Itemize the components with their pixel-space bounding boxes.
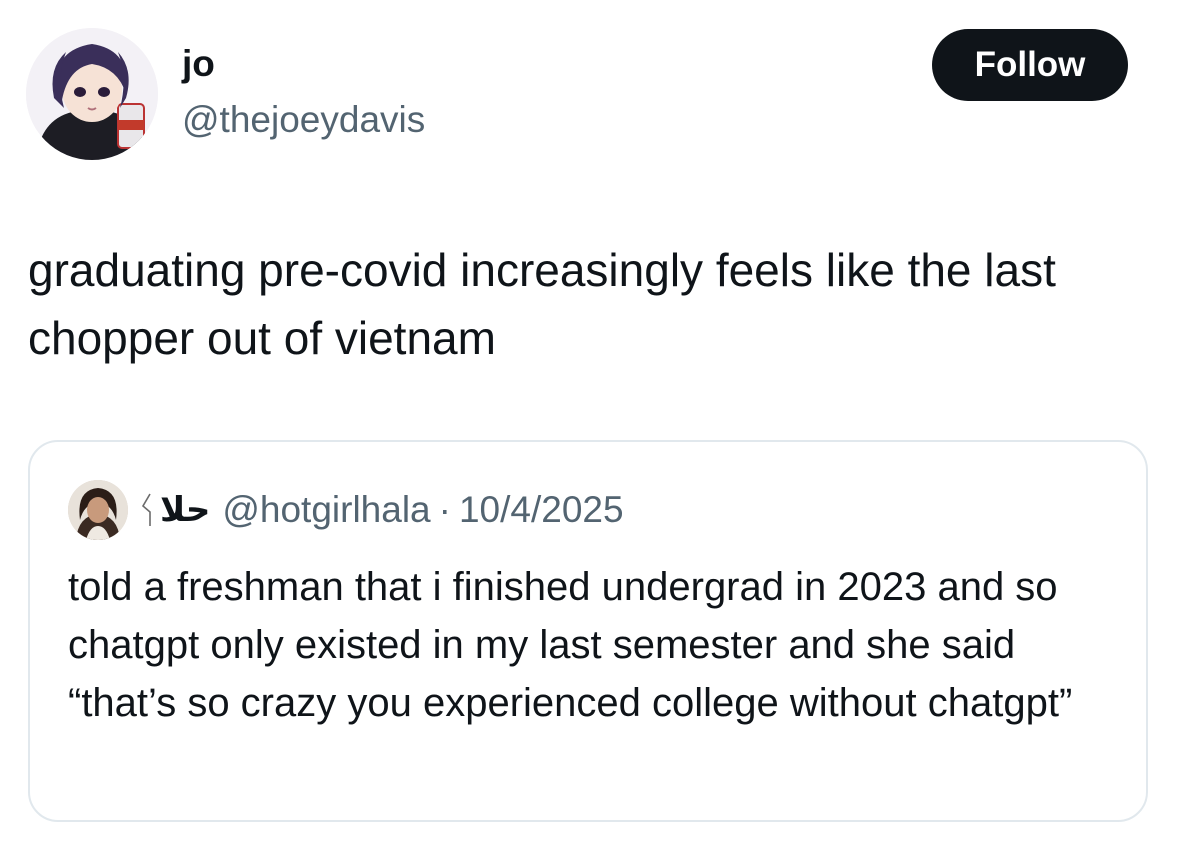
quoted-author-name[interactable]: حلا xyxy=(160,486,210,534)
author-handle[interactable]: @thejoeydavis xyxy=(182,96,425,144)
quoted-tweet-header: حلا @hotgirlhala · 10/4/2025 xyxy=(140,486,624,534)
quoted-tweet-date[interactable]: 10/4/2025 xyxy=(459,486,624,534)
author-display-name[interactable]: jo xyxy=(182,40,215,88)
follow-button[interactable]: Follow xyxy=(932,29,1128,101)
quoted-author-handle[interactable]: @hotgirlhala xyxy=(222,486,430,534)
profile-photo-icon xyxy=(68,480,128,540)
flag-icon xyxy=(141,493,151,526)
quoted-tweet-card[interactable]: حلا @hotgirlhala · 10/4/2025 told a fres… xyxy=(28,440,1148,822)
author-avatar[interactable] xyxy=(26,28,158,160)
quoted-tweet-text: told a freshman that i finished undergra… xyxy=(68,565,1073,725)
quoted-author-avatar[interactable] xyxy=(68,480,128,540)
dot-separator: · xyxy=(438,489,451,530)
tweet-text: graduating pre-covid increasingly feels … xyxy=(28,244,1056,364)
anime-avatar-icon xyxy=(26,28,158,160)
